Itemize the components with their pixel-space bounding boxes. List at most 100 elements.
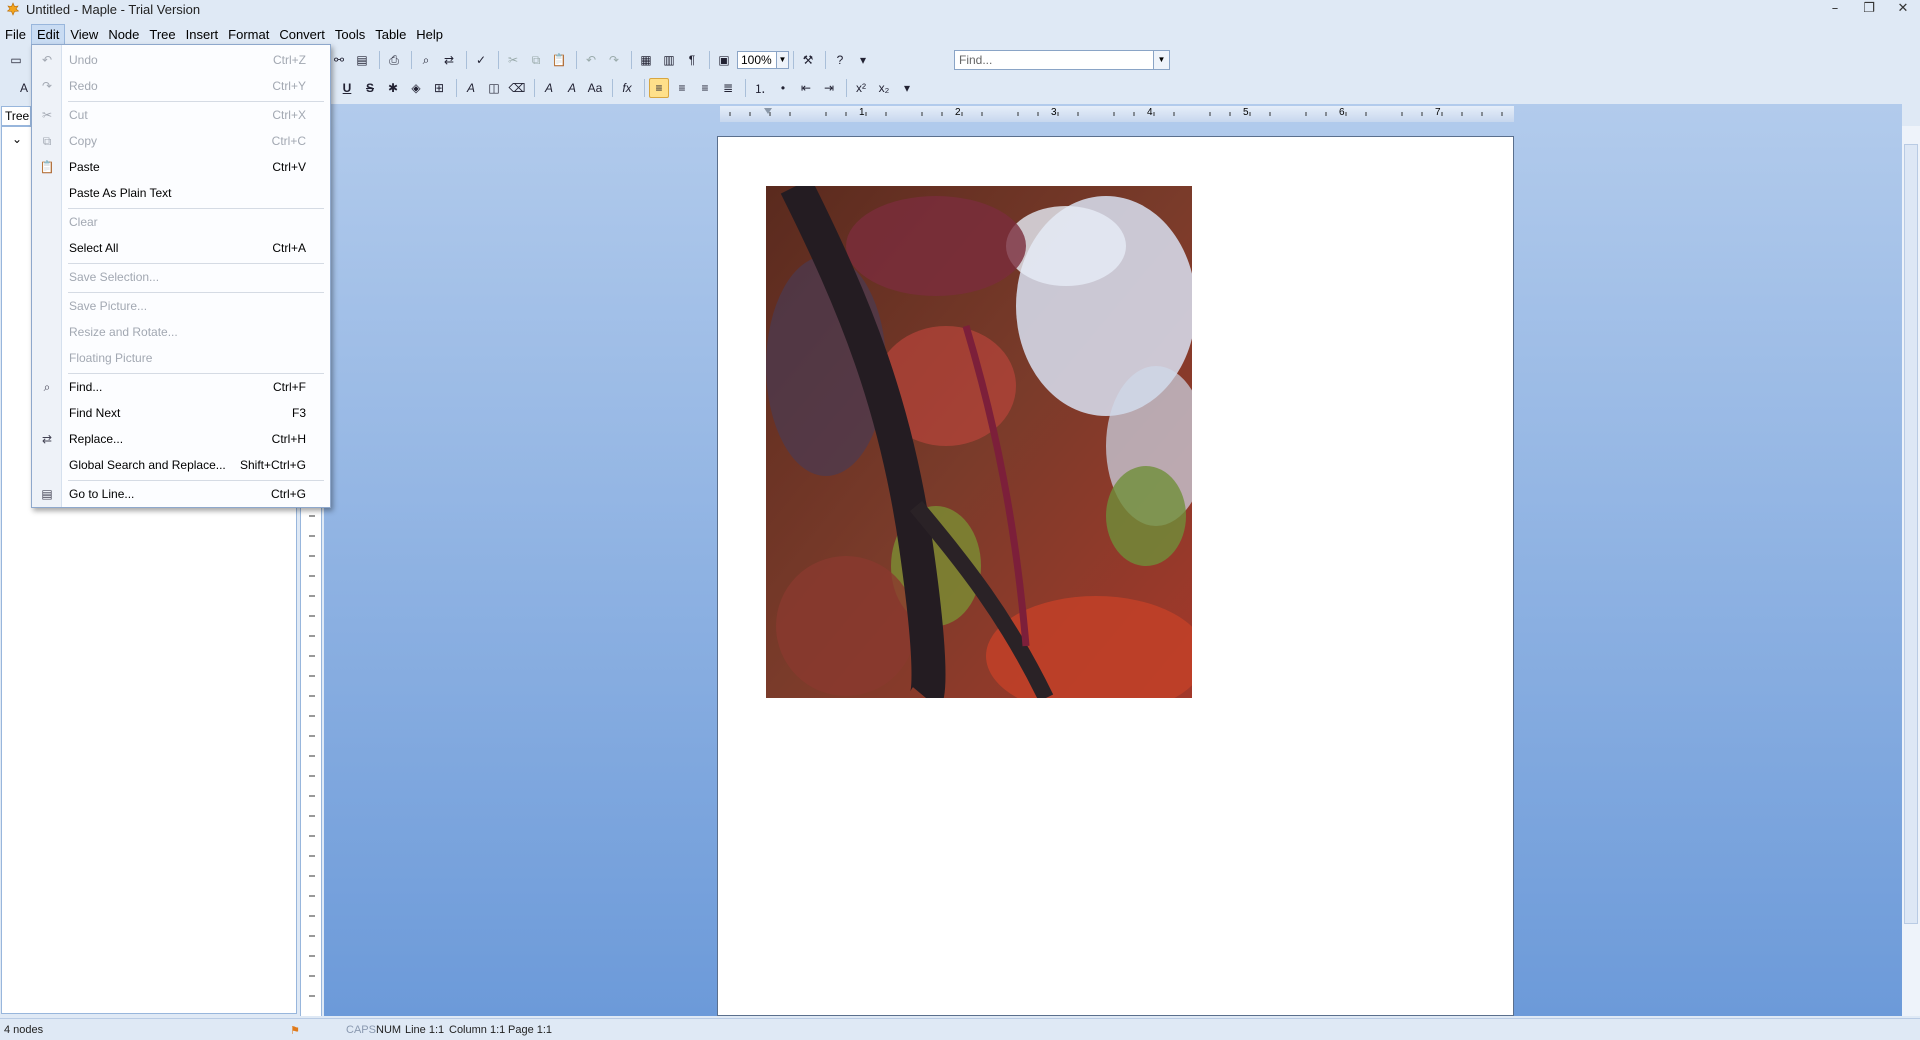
change-case-icon[interactable]: Aa bbox=[585, 78, 605, 98]
menu-item-go-to-line[interactable]: ▤ Go to Line... Ctrl+G bbox=[32, 483, 330, 505]
binoculars-icon: ⌕ bbox=[43, 379, 51, 394]
insert-object-icon[interactable]: ▦ bbox=[636, 50, 656, 70]
zoom-dropdown-icon[interactable]: ▼ bbox=[777, 51, 789, 69]
formula-icon[interactable]: fx bbox=[617, 78, 637, 98]
inserted-photo[interactable] bbox=[766, 186, 1192, 698]
menu-item-undo[interactable]: ↶ Undo Ctrl+Z bbox=[32, 49, 330, 71]
fill-color-icon[interactable]: ◈ bbox=[406, 78, 426, 98]
link-icon[interactable]: ⚯ bbox=[329, 50, 349, 70]
tools-icon[interactable]: ⚒ bbox=[798, 50, 818, 70]
menu-edit[interactable]: Edit bbox=[30, 23, 66, 45]
increase-indent-icon[interactable]: ⇥ bbox=[819, 78, 839, 98]
align-right-icon[interactable]: ≡ bbox=[695, 78, 715, 98]
font-icon[interactable]: A bbox=[461, 78, 481, 98]
paste-toolbar-icon[interactable]: 📋 bbox=[549, 50, 569, 70]
menu-item-find-next[interactable]: Find Next F3 bbox=[32, 402, 330, 424]
horizontal-ruler: 1 2 3 4 5 6 7 bbox=[720, 106, 1514, 122]
menu-view[interactable]: View bbox=[65, 25, 103, 44]
menu-bar: File Edit View Node Tree Insert Format C… bbox=[0, 23, 448, 45]
grow-font-icon[interactable]: A bbox=[539, 78, 559, 98]
menu-item-redo[interactable]: ↷ Redo Ctrl+Y bbox=[32, 75, 330, 97]
menu-insert[interactable]: Insert bbox=[181, 25, 224, 44]
font-size-icon[interactable]: ◫ bbox=[484, 78, 504, 98]
scrollbar-thumb[interactable] bbox=[1904, 144, 1918, 924]
tree-tab[interactable]: Tree bbox=[1, 106, 31, 126]
menu-node[interactable]: Node bbox=[103, 25, 144, 44]
copy-icon: ⧉ bbox=[42, 133, 52, 148]
superscript-icon[interactable]: x² bbox=[851, 78, 871, 98]
menu-item-paste[interactable]: 📋 Paste Ctrl+V bbox=[32, 156, 330, 178]
menu-item-resize-rotate[interactable]: Resize and Rotate... bbox=[32, 321, 330, 343]
copy-toolbar-icon[interactable]: ⧉ bbox=[526, 50, 546, 70]
title-bar: Untitled - Maple - Trial Version bbox=[0, 0, 1920, 18]
justify-icon[interactable]: ≣ bbox=[718, 78, 738, 98]
cut-icon: ✂ bbox=[41, 108, 53, 122]
menu-item-global-search-replace[interactable]: Global Search and Replace... Shift+Ctrl+… bbox=[32, 454, 330, 476]
table-view-icon[interactable]: ▤ bbox=[352, 50, 372, 70]
status-caps: CAPS bbox=[346, 1024, 376, 1036]
align-left-icon[interactable]: ≡ bbox=[649, 78, 669, 98]
underline-icon[interactable]: U bbox=[337, 78, 357, 98]
goto-line-icon: ▤ bbox=[41, 487, 53, 501]
find-dropdown-icon[interactable]: ▼ bbox=[1154, 50, 1170, 70]
binoculars-icon[interactable]: ⌕ bbox=[416, 50, 436, 70]
print-icon[interactable]: ⎙ bbox=[384, 50, 404, 70]
menu-item-paste-plain-text[interactable]: Paste As Plain Text bbox=[32, 182, 330, 204]
ruler-number-1: 1 bbox=[859, 107, 865, 118]
ruler-number-6: 6 bbox=[1339, 107, 1345, 118]
menu-tree[interactable]: Tree bbox=[144, 25, 180, 44]
numbered-list-icon[interactable]: ⒈ bbox=[750, 78, 770, 98]
decrease-indent-icon[interactable]: ⇤ bbox=[796, 78, 816, 98]
status-column: Column 1:1 bbox=[449, 1024, 506, 1036]
new-document-icon[interactable]: ▭ bbox=[6, 50, 26, 70]
maple-leaf-icon bbox=[6, 2, 20, 16]
toolbar-overflow-icon[interactable]: ▾ bbox=[853, 50, 873, 70]
replace-toolbar-icon[interactable]: ⇄ bbox=[439, 50, 459, 70]
insert-table-icon[interactable]: ▥ bbox=[659, 50, 679, 70]
restore-button[interactable]: ❐ bbox=[1852, 1, 1886, 16]
menu-item-save-picture[interactable]: Save Picture... bbox=[32, 295, 330, 317]
menu-item-find[interactable]: ⌕ Find... Ctrl+F bbox=[32, 376, 330, 398]
borders-icon[interactable]: ⊞ bbox=[429, 78, 449, 98]
minimize-button[interactable]: – bbox=[1818, 1, 1852, 16]
subscript-icon[interactable]: x₂ bbox=[874, 78, 894, 98]
close-button[interactable]: ✕ bbox=[1886, 1, 1920, 16]
flag-icon: ⚑ bbox=[290, 1025, 300, 1037]
zoom-icon[interactable]: ▣ bbox=[714, 50, 734, 70]
ruler-number-5: 5 bbox=[1243, 107, 1249, 118]
edit-menu: ↶ Undo Ctrl+Z ↷ Redo Ctrl+Y ✂ Cut Ctrl+X… bbox=[31, 44, 331, 508]
toolbar2-overflow-icon[interactable]: ▾ bbox=[897, 78, 917, 98]
bulleted-list-icon[interactable]: • bbox=[773, 78, 793, 98]
clear-format-icon[interactable]: ⌫ bbox=[507, 78, 527, 98]
window-title: Untitled - Maple - Trial Version bbox=[26, 1, 201, 17]
menu-item-replace[interactable]: ⇄ Replace... Ctrl+H bbox=[32, 428, 330, 450]
help-icon[interactable]: ? bbox=[830, 50, 850, 70]
menu-convert[interactable]: Convert bbox=[274, 25, 330, 44]
menu-tools[interactable]: Tools bbox=[330, 25, 370, 44]
menu-item-copy[interactable]: ⧉ Copy Ctrl+C bbox=[32, 130, 330, 152]
menu-format[interactable]: Format bbox=[223, 25, 274, 44]
menu-item-save-selection[interactable]: Save Selection... bbox=[32, 266, 330, 288]
align-center-icon[interactable]: ≡ bbox=[672, 78, 692, 98]
redo-toolbar-icon[interactable]: ↷ bbox=[604, 50, 624, 70]
zoom-field[interactable]: 100% bbox=[737, 51, 777, 69]
menu-item-clear[interactable]: Clear bbox=[32, 211, 330, 233]
find-input[interactable]: Find... bbox=[954, 50, 1154, 70]
highlight-icon[interactable]: ✱ bbox=[383, 78, 403, 98]
cut-toolbar-icon[interactable]: ✂ bbox=[503, 50, 523, 70]
spellcheck-icon[interactable]: ✓ bbox=[471, 50, 491, 70]
status-line: Line 1:1 bbox=[405, 1024, 445, 1036]
strikethrough-icon[interactable]: S bbox=[360, 78, 380, 98]
menu-item-floating-picture[interactable]: Floating Picture bbox=[32, 347, 330, 369]
menu-table[interactable]: Table bbox=[370, 25, 411, 44]
menu-item-select-all[interactable]: Select All Ctrl+A bbox=[32, 237, 330, 259]
menu-help[interactable]: Help bbox=[411, 25, 448, 44]
indent-marker-icon[interactable] bbox=[764, 108, 772, 114]
undo-toolbar-icon[interactable]: ↶ bbox=[581, 50, 601, 70]
vertical-scrollbar[interactable] bbox=[1902, 126, 1920, 1016]
paragraph-mark-icon[interactable]: ¶ bbox=[682, 50, 702, 70]
tree-expand-icon[interactable]: ⌄ bbox=[12, 132, 22, 146]
menu-file[interactable]: File bbox=[0, 25, 31, 44]
menu-item-cut[interactable]: ✂ Cut Ctrl+X bbox=[32, 104, 330, 126]
shrink-font-icon[interactable]: A bbox=[562, 78, 582, 98]
